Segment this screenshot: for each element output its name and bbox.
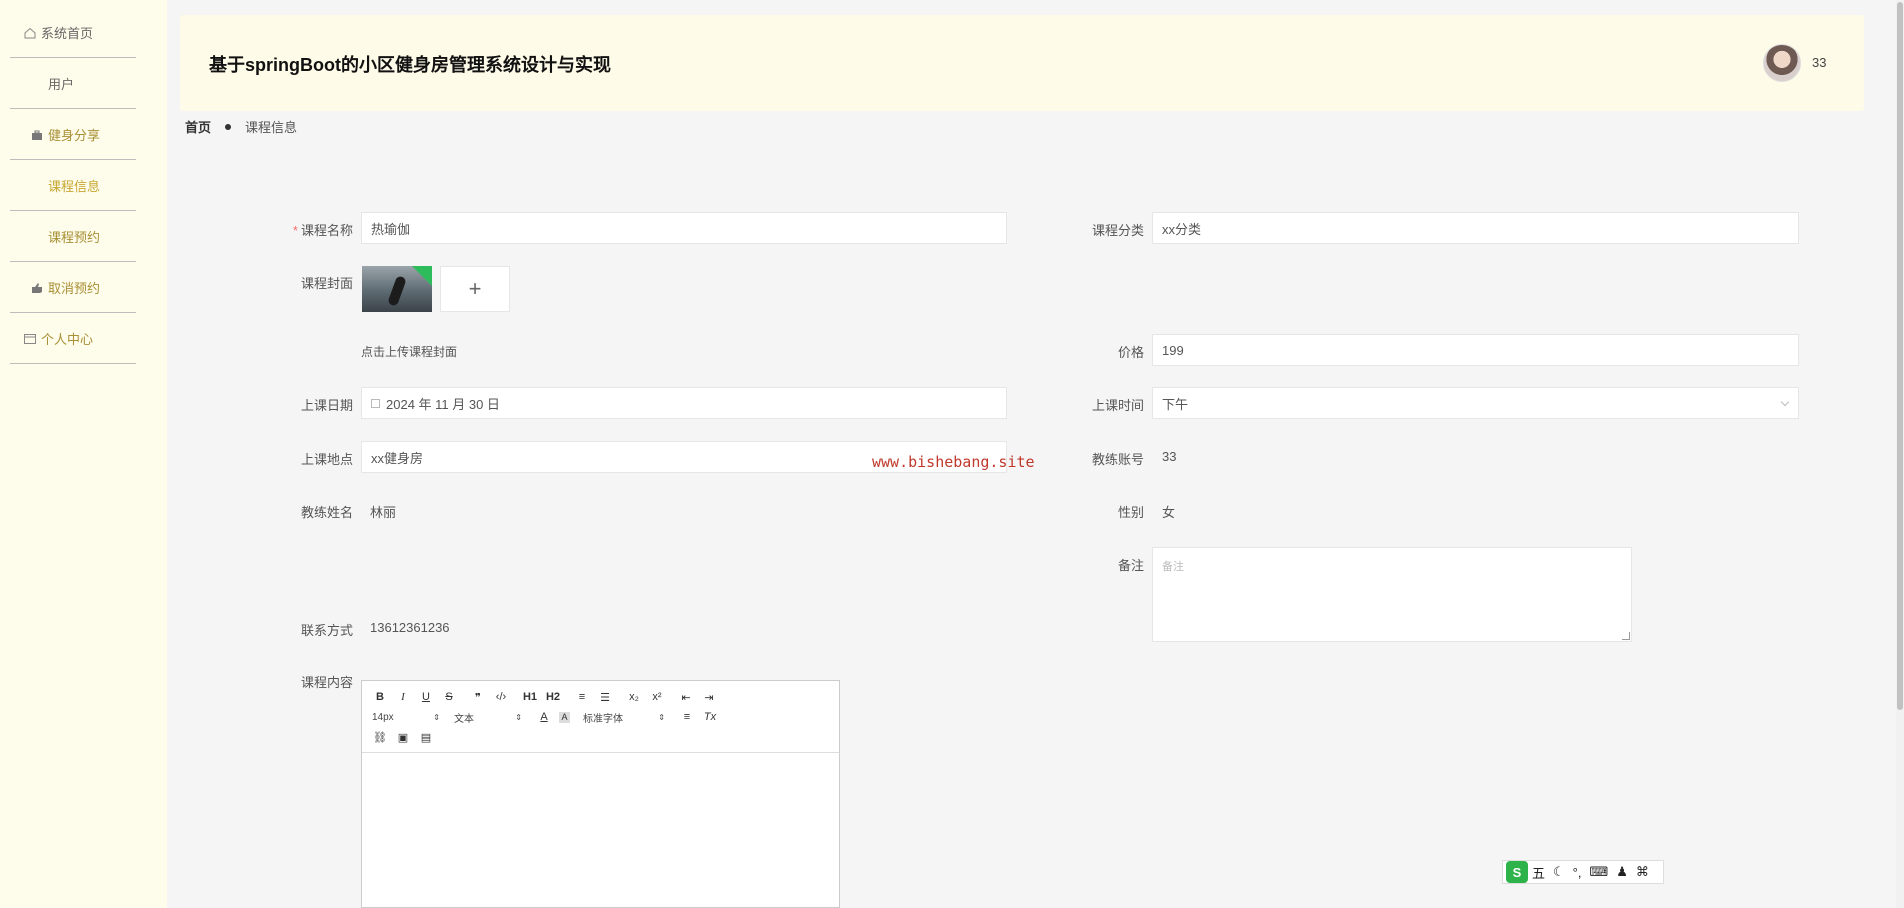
sidebar-item-users[interactable]: 用户 bbox=[10, 58, 136, 109]
price-input[interactable]: 199 bbox=[1152, 334, 1799, 366]
sidebar: 系统首页 用户 健身分享 课程信息 课程预约 取消预约 个人中心 bbox=[0, 0, 167, 908]
date-label: 上课日期 bbox=[300, 398, 353, 413]
time-select[interactable]: 下午 bbox=[1152, 387, 1799, 419]
username[interactable]: 33 bbox=[1812, 55, 1826, 70]
contact-value: 13612361236 bbox=[370, 620, 450, 635]
breadcrumb-current: 课程信息 bbox=[245, 120, 298, 135]
sidebar-item-cancel-booking[interactable]: 取消预约 bbox=[10, 262, 136, 313]
sidebar-item-course-info[interactable]: 课程信息 bbox=[10, 160, 136, 211]
remark-textarea[interactable]: 备注 bbox=[1152, 547, 1632, 642]
sidebar-item-home[interactable]: 系统首页 bbox=[10, 7, 136, 58]
bullet-list-button[interactable]: ☰ bbox=[597, 689, 613, 705]
h2-button[interactable]: H2 bbox=[545, 689, 561, 705]
price-label: 价格 bbox=[1117, 345, 1144, 360]
sidebar-item-label: 课程预约 bbox=[48, 230, 101, 245]
coach-account-value: 33 bbox=[1162, 449, 1177, 464]
sogou-logo-icon[interactable]: S bbox=[1506, 861, 1528, 883]
apps-icon[interactable]: ⌘ bbox=[1636, 864, 1649, 880]
font-size-select[interactable]: 14px ⇕ bbox=[372, 712, 440, 723]
grid-icon bbox=[31, 231, 43, 243]
coach-account-label: 教练账号 bbox=[1091, 452, 1144, 467]
cover-image-thumbnail[interactable] bbox=[362, 266, 432, 312]
breadcrumb-separator bbox=[225, 123, 232, 130]
keyboard-icon[interactable]: ⌨ bbox=[1589, 864, 1608, 880]
grid-icon bbox=[31, 78, 43, 90]
contact-label: 联系方式 bbox=[300, 623, 353, 638]
image-icon[interactable]: ▣ bbox=[395, 729, 411, 745]
block-type-select[interactable]: 文本 ⇕ bbox=[454, 710, 522, 725]
thumb-icon bbox=[32, 282, 42, 293]
bold-button[interactable]: B bbox=[372, 689, 388, 705]
upload-cover-button[interactable]: + bbox=[440, 266, 510, 312]
underline-button[interactable]: U bbox=[418, 689, 434, 705]
align-icon[interactable]: ≡ bbox=[679, 709, 695, 725]
font-color-icon[interactable]: A bbox=[536, 709, 552, 725]
required-mark: * bbox=[292, 223, 298, 238]
watermark: www.bishebang.site bbox=[872, 453, 1035, 471]
user-icon[interactable]: ♟ bbox=[1616, 864, 1628, 880]
calendar-icon bbox=[371, 398, 380, 408]
content-label: 课程内容 bbox=[300, 675, 353, 690]
grid-icon bbox=[31, 180, 43, 192]
ordered-list-button[interactable]: ≡ bbox=[574, 689, 590, 705]
course-category-label: 课程分类 bbox=[1091, 223, 1144, 238]
sidebar-item-label: 系统首页 bbox=[41, 26, 94, 41]
upload-tip: 点击上传课程封面 bbox=[361, 345, 458, 359]
video-icon[interactable]: ▤ bbox=[418, 729, 434, 745]
sidebar-item-label: 个人中心 bbox=[41, 332, 94, 347]
breadcrumb: 首页 课程信息 bbox=[185, 117, 297, 136]
remark-label: 备注 bbox=[1117, 558, 1144, 573]
resize-handle[interactable] bbox=[1622, 632, 1630, 640]
font-family-select[interactable]: 标准字体 ⇕ bbox=[583, 710, 665, 725]
course-category-input[interactable]: xx分类 bbox=[1152, 212, 1799, 244]
briefcase-icon bbox=[32, 130, 42, 140]
gender-value: 女 bbox=[1162, 505, 1176, 520]
breadcrumb-home[interactable]: 首页 bbox=[185, 117, 211, 136]
gender-label: 性别 bbox=[1117, 505, 1144, 520]
outdent-button[interactable]: ⇤ bbox=[678, 689, 694, 705]
clear-format-icon[interactable]: Tx bbox=[702, 709, 718, 725]
rich-text-editor: B I U S ❞ ‹/› H1 H2 ≡ ☰ x₂ x² ⇤ ⇥ 14px ⇕ … bbox=[361, 680, 840, 908]
cover-label: 课程封面 bbox=[300, 276, 353, 291]
sidebar-item-label: 课程信息 bbox=[48, 179, 101, 194]
punctuation-icon[interactable]: °, bbox=[1573, 865, 1582, 880]
avatar[interactable] bbox=[1763, 44, 1801, 82]
indent-button[interactable]: ⇥ bbox=[701, 689, 717, 705]
course-name-input[interactable]: 热瑜伽 bbox=[361, 212, 1007, 244]
course-name-label: * 课程名称 bbox=[292, 223, 353, 238]
ime-mode-label[interactable]: 五 bbox=[1532, 863, 1545, 882]
date-picker[interactable]: 2024 年 11 月 30 日 bbox=[361, 387, 1007, 419]
subscript-button[interactable]: x₂ bbox=[626, 689, 642, 705]
coach-name-label: 教练姓名 bbox=[300, 505, 353, 520]
place-label: 上课地点 bbox=[300, 452, 353, 467]
sidebar-item-label: 健身分享 bbox=[48, 128, 101, 143]
card-icon bbox=[24, 333, 36, 344]
sidebar-item-label: 取消预约 bbox=[48, 281, 101, 296]
page-scrollbar[interactable] bbox=[1896, 0, 1904, 908]
editor-content-area[interactable] bbox=[362, 753, 839, 907]
italic-button[interactable]: I bbox=[395, 689, 411, 705]
page-title: 基于springBoot的小区健身房管理系统设计与实现 bbox=[209, 55, 611, 75]
time-label: 上课时间 bbox=[1091, 398, 1144, 413]
scrollbar-thumb[interactable] bbox=[1897, 2, 1903, 710]
coach-name-value: 林丽 bbox=[370, 505, 397, 520]
background-color-icon[interactable]: A bbox=[559, 711, 570, 723]
editor-toolbar: B I U S ❞ ‹/› H1 H2 ≡ ☰ x₂ x² ⇤ ⇥ 14px ⇕ … bbox=[362, 681, 839, 753]
moon-icon[interactable]: ☾ bbox=[1553, 864, 1565, 880]
top-header: 基于springBoot的小区健身房管理系统设计与实现 33 bbox=[180, 15, 1864, 111]
blockquote-button[interactable]: ❞ bbox=[470, 689, 486, 705]
home-icon bbox=[24, 27, 36, 38]
sidebar-item-fitness-share[interactable]: 健身分享 bbox=[10, 109, 136, 160]
sidebar-item-course-booking[interactable]: 课程预约 bbox=[10, 211, 136, 262]
sidebar-item-label: 用户 bbox=[48, 77, 75, 92]
code-block-button[interactable]: ‹/› bbox=[493, 689, 509, 705]
h1-button[interactable]: H1 bbox=[522, 689, 538, 705]
strike-button[interactable]: S bbox=[441, 689, 457, 705]
link-icon[interactable]: ⛓ bbox=[372, 729, 388, 745]
chevron-down-icon bbox=[1780, 397, 1790, 407]
plus-icon: + bbox=[468, 276, 482, 301]
superscript-button[interactable]: x² bbox=[649, 689, 665, 705]
sidebar-item-personal-center[interactable]: 个人中心 bbox=[10, 313, 136, 364]
ime-toolbar: S 五 ☾ °, ⌨ ♟ ⌘ bbox=[1502, 860, 1664, 884]
